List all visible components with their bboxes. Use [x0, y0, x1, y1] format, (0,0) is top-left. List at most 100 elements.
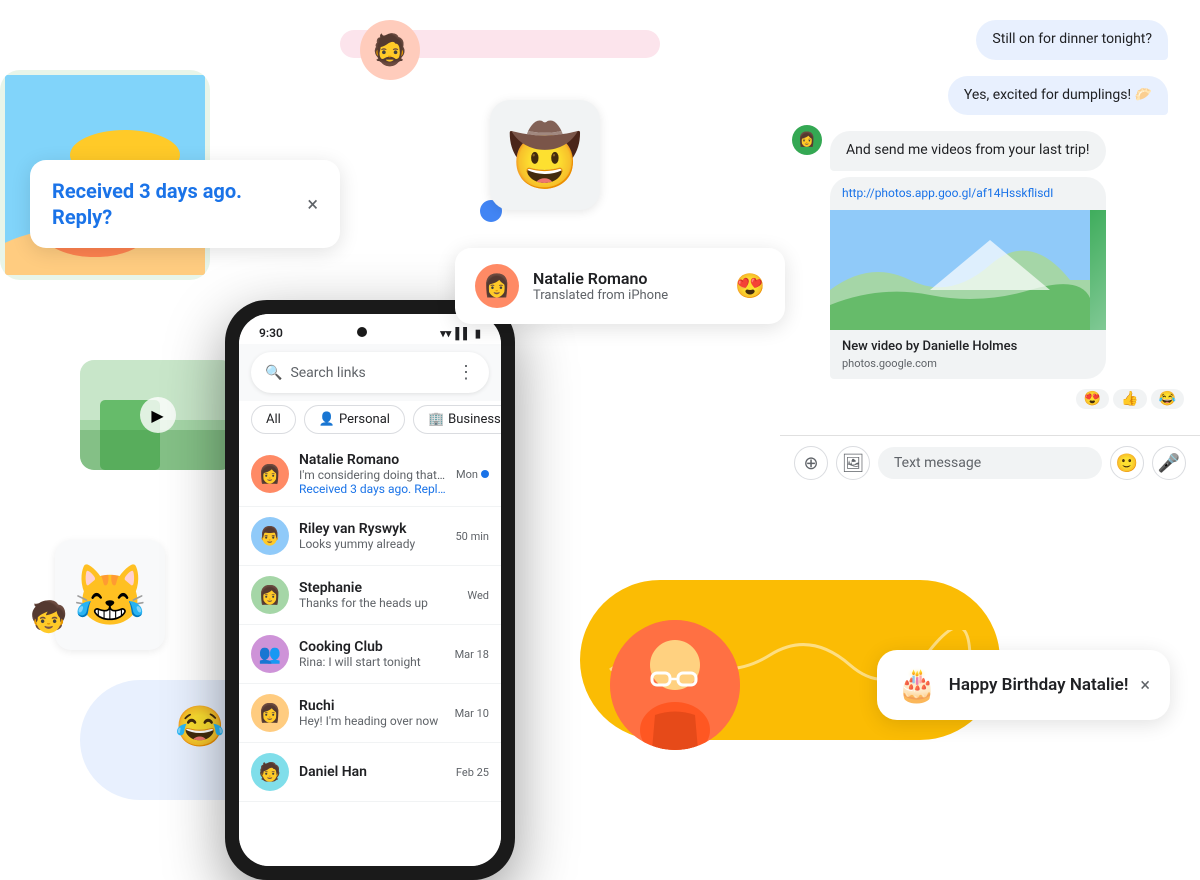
- contact-item-ruchi[interactable]: 👩 Ruchi Hey! I'm heading over now Mar 10: [239, 684, 501, 743]
- natalie-subtitle: Translated from iPhone: [533, 288, 721, 303]
- msg-link-preview: http://photos.app.goo.gl/af14HsskflisdI …: [830, 177, 1106, 379]
- contact-time-cooking-club: Mar 18: [455, 648, 489, 661]
- unread-indicator: [481, 470, 489, 478]
- status-icons: ▾▾ ▌▌ ▮: [440, 327, 481, 340]
- contact-preview-riley: Looks yummy already: [299, 537, 446, 551]
- reminder-close-button[interactable]: ×: [307, 192, 318, 216]
- contact-name-cooking-club: Cooking Club: [299, 639, 445, 655]
- birthday-message: Happy Birthday Natalie!: [949, 675, 1129, 695]
- link-url: http://photos.app.goo.gl/af14HsskflisdI: [830, 177, 1106, 210]
- birthday-cake-icon: 🎂: [897, 666, 937, 704]
- link-preview-image: [830, 210, 1106, 330]
- contact-item-natalie[interactable]: 👩 Natalie Romano I'm considering doing t…: [239, 442, 501, 507]
- wifi-icon: ▾▾: [440, 327, 451, 340]
- contact-avatar-riley: 👨: [251, 517, 289, 555]
- reminder-text: Received 3 days ago. Reply?: [52, 178, 295, 230]
- emoji-button[interactable]: 🙂: [1110, 446, 1144, 480]
- contact-avatar-ruchi: 👩: [251, 694, 289, 732]
- contact-preview-ruchi: Hey! I'm heading over now: [299, 714, 445, 728]
- person-avatar-bottom: [610, 620, 740, 750]
- contact-info-riley: Riley van Ryswyk Looks yummy already: [299, 521, 446, 551]
- msg-row-2: Yes, excited for dumplings! 🥟: [796, 70, 1184, 122]
- text-message-input[interactable]: Text message: [878, 447, 1102, 479]
- photo-button[interactable]: 🖼: [836, 446, 870, 480]
- contact-time-daniel: Feb 25: [456, 766, 489, 779]
- filter-tabs: All 👤 Personal 🏢 Business: [239, 401, 501, 442]
- messages-thread: Still on for dinner tonight? Yes, excite…: [780, 0, 1200, 435]
- reaction-3[interactable]: 😂: [1151, 389, 1184, 409]
- status-time: 9:30: [259, 326, 283, 340]
- link-domain: photos.google.com: [842, 356, 1094, 371]
- search-icon: 🔍: [265, 365, 282, 381]
- video-card: ▶: [80, 360, 235, 470]
- contact-avatar-stephanie: 👩: [251, 576, 289, 614]
- contact-item-daniel[interactable]: 🧑 Daniel Han Feb 25: [239, 743, 501, 802]
- contact-item-riley[interactable]: 👨 Riley van Ryswyk Looks yummy already 5…: [239, 507, 501, 566]
- filter-all-label: All: [266, 412, 281, 427]
- person-avatar-top: 🧔: [360, 20, 420, 80]
- contact-time-riley: 50 min: [456, 530, 490, 543]
- contact-item-cooking-club[interactable]: 👥 Cooking Club Rina: I will start tonigh…: [239, 625, 501, 684]
- contact-time-stephanie: Wed: [467, 589, 489, 602]
- personal-icon: 👤: [319, 412, 335, 427]
- add-button[interactable]: ⊕: [794, 446, 828, 480]
- link-preview-info: New video by Danielle Holmes photos.goog…: [830, 330, 1106, 380]
- messages-panel: Still on for dinner tonight? Yes, excite…: [780, 0, 1200, 490]
- contact-name-natalie: Natalie Romano: [299, 452, 446, 468]
- msg-bubble-1: Still on for dinner tonight?: [976, 20, 1168, 60]
- contact-alert-natalie: Received 3 days ago. Reply?: [299, 482, 446, 496]
- small-person-sticker: 🧒: [30, 600, 67, 635]
- laugh-emoji: 😂: [175, 703, 225, 750]
- more-options-icon[interactable]: ⋮: [457, 362, 475, 383]
- battery-icon: ▮: [475, 327, 481, 340]
- contact-name-ruchi: Ruchi: [299, 698, 445, 714]
- message-input-bar: ⊕ 🖼 Text message 🙂 🎤: [780, 435, 1200, 490]
- reaction-row: 😍 👍 😂: [1076, 389, 1184, 409]
- contact-info-ruchi: Ruchi Hey! I'm heading over now: [299, 698, 445, 728]
- mic-button[interactable]: 🎤: [1152, 446, 1186, 480]
- search-input[interactable]: Search links: [290, 365, 449, 381]
- msg-sender-avatar: 👩: [792, 125, 822, 155]
- contact-time-ruchi: Mar 10: [455, 707, 489, 720]
- signal-icon: ▌▌: [455, 327, 471, 340]
- contact-preview-cooking-club: Rina: I will start tonight: [299, 655, 445, 669]
- filter-business-label: Business: [448, 412, 501, 427]
- contact-name-stephanie: Stephanie: [299, 580, 457, 596]
- contact-avatar-cooking-club: 👥: [251, 635, 289, 673]
- reaction-1[interactable]: 😍: [1076, 389, 1109, 409]
- business-icon: 🏢: [428, 412, 444, 427]
- msg-row-3: 👩 And send me videos from your last trip…: [792, 125, 1188, 385]
- contact-list: 👩 Natalie Romano I'm considering doing t…: [239, 442, 501, 866]
- natalie-contact-card: 👩 Natalie Romano Translated from iPhone …: [455, 248, 785, 324]
- play-button[interactable]: ▶: [140, 397, 176, 433]
- birthday-close-button[interactable]: ×: [1140, 675, 1150, 696]
- reminder-card: Received 3 days ago. Reply? ×: [30, 160, 340, 248]
- phone-mockup: 9:30 ▾▾ ▌▌ ▮ 🔍 Search links ⋮ All 👤 Pers…: [225, 300, 515, 880]
- contact-time-natalie: Mon: [456, 468, 489, 481]
- contact-name-daniel: Daniel Han: [299, 764, 446, 780]
- natalie-avatar: 👩: [475, 264, 519, 308]
- msg-row-1: Still on for dinner tonight?: [796, 14, 1184, 66]
- natalie-info: Natalie Romano Translated from iPhone: [533, 269, 721, 303]
- contact-avatar-daniel: 🧑: [251, 753, 289, 791]
- natalie-reaction-emoji: 😍: [735, 272, 765, 300]
- reaction-2[interactable]: 👍: [1113, 389, 1146, 409]
- filter-tab-business[interactable]: 🏢 Business: [413, 405, 501, 434]
- contact-info-stephanie: Stephanie Thanks for the heads up: [299, 580, 457, 610]
- msg-bubble-2: Yes, excited for dumplings! 🥟: [948, 76, 1168, 116]
- filter-personal-label: Personal: [339, 412, 390, 427]
- contact-preview-natalie: I'm considering doing that "big"...: [299, 468, 446, 482]
- contact-avatar-natalie: 👩: [251, 455, 289, 493]
- contact-info-natalie: Natalie Romano I'm considering doing tha…: [299, 452, 446, 496]
- front-camera: [357, 327, 367, 337]
- filter-tab-personal[interactable]: 👤 Personal: [304, 405, 405, 434]
- search-bar[interactable]: 🔍 Search links ⋮: [251, 352, 489, 393]
- cowboy-cat-card: 🤠: [490, 100, 600, 210]
- contact-item-stephanie[interactable]: 👩 Stephanie Thanks for the heads up Wed: [239, 566, 501, 625]
- contact-preview-stephanie: Thanks for the heads up: [299, 596, 457, 610]
- filter-tab-all[interactable]: All: [251, 405, 296, 434]
- cat-sticker-card: 😹: [55, 540, 165, 650]
- contact-info-daniel: Daniel Han: [299, 764, 446, 780]
- phone-screen: 9:30 ▾▾ ▌▌ ▮ 🔍 Search links ⋮ All 👤 Pers…: [239, 314, 501, 866]
- msg-bubble-3: And send me videos from your last trip!: [830, 131, 1106, 171]
